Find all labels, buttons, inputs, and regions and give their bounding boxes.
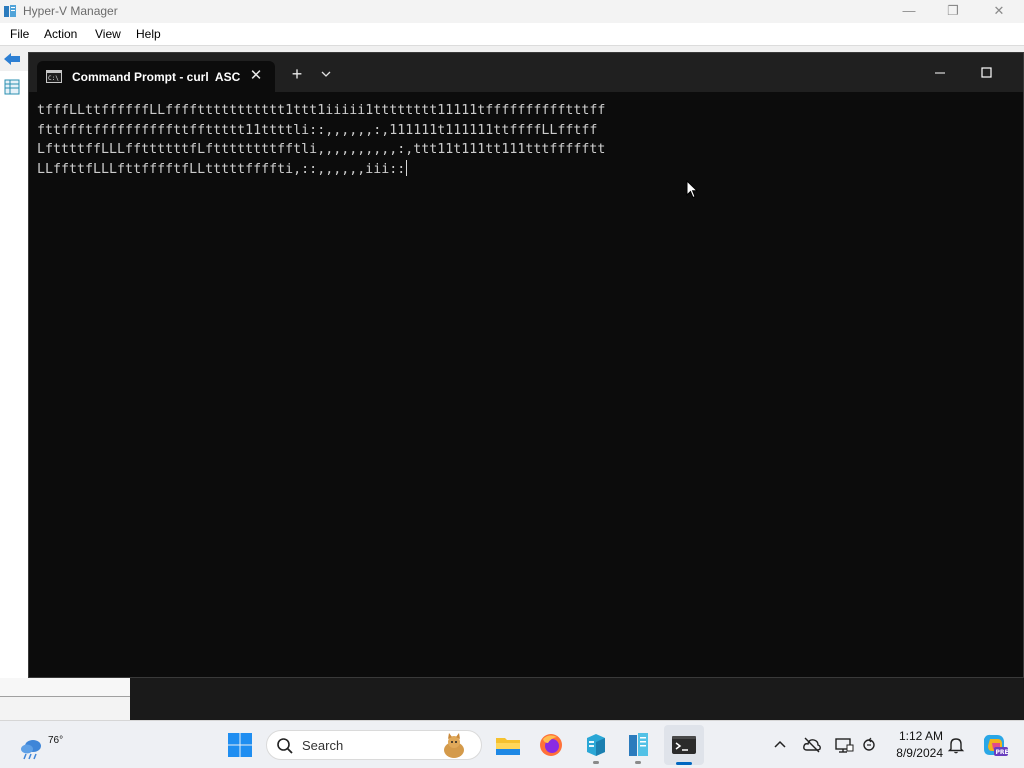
app-running-indicator	[635, 761, 641, 764]
svg-text:C:\: C:\	[48, 75, 59, 82]
windows-start-icon[interactable]	[224, 729, 256, 761]
output-line: LLffttfLLLfttfffftfLLtttttffffti,::,,,,,…	[37, 161, 406, 177]
hyperv-navigation-pane	[0, 71, 29, 696]
hyperv-cube-icon[interactable]	[580, 729, 612, 761]
menu-action[interactable]: Action	[44, 27, 77, 41]
hyperv-manager-icon[interactable]	[622, 729, 654, 761]
desktop-background	[130, 678, 1024, 720]
file-explorer-icon[interactable]	[492, 729, 524, 761]
text-cursor	[406, 159, 408, 176]
tab-title: Command Prompt - curl ASC	[72, 70, 241, 84]
hyperv-app-icon	[4, 5, 16, 17]
hyperv-title: Hyper-V Manager	[23, 4, 118, 18]
terminal-window: C:\ Command Prompt - curl ASC ✕ + tfffLL…	[28, 52, 1024, 678]
vm-list-icon[interactable]	[4, 79, 20, 95]
hyperv-status-strip	[0, 678, 131, 697]
output-line-with-cursor: LLffttfLLLfttfffftfLLtttttffffti,::,,,,,…	[37, 159, 1017, 180]
hyperv-menubar: File Action View Help	[0, 23, 1024, 45]
firefox-icon[interactable]	[535, 729, 567, 761]
tab-command-prompt[interactable]: C:\ Command Prompt - curl ASC ✕	[37, 61, 275, 92]
menu-view[interactable]: View	[95, 27, 121, 41]
bell-icon[interactable]	[946, 735, 966, 755]
tab-close-button[interactable]: ✕	[247, 67, 265, 85]
cloud-off-icon[interactable]	[802, 735, 822, 755]
mouse-pointer-icon	[686, 180, 698, 199]
copilot-icon[interactable]: PRE	[978, 729, 1010, 761]
taskbar: 76° Search 1:12 AM 8/9/2024 PRE	[0, 720, 1024, 768]
menu-help[interactable]: Help	[136, 27, 161, 41]
output-line: tfffLLttffffffLLffffttttttttttt1ttt1iiii…	[37, 103, 606, 118]
chevron-down-icon[interactable]	[317, 65, 335, 83]
output-line: fttffftffffffffffttffttttt11ttttli::,,,,…	[37, 122, 598, 138]
active-app-indicator	[676, 762, 692, 765]
maximize-icon[interactable]	[963, 59, 1009, 87]
cat-icon	[444, 733, 464, 758]
chevron-up-icon[interactable]	[770, 735, 790, 755]
monitor-icon[interactable]	[834, 735, 854, 755]
clock-date[interactable]: 8/9/2024	[884, 746, 943, 760]
sync-icon[interactable]	[859, 735, 879, 755]
menu-file[interactable]: File	[10, 27, 29, 41]
cmd-icon: C:\	[46, 70, 62, 83]
terminal-icon[interactable]	[668, 729, 700, 761]
minimize-icon[interactable]	[917, 59, 963, 87]
output-line: LfttttffLLLffttttttfLfttttttttfftli,,,,,…	[37, 142, 606, 157]
terminal-titlebar[interactable]: C:\ Command Prompt - curl ASC ✕ +	[29, 53, 1023, 92]
svg-text:PRE: PRE	[996, 749, 1009, 756]
hyperv-minimize-button[interactable]: —	[886, 0, 932, 23]
new-tab-button[interactable]: +	[287, 64, 307, 84]
search-icon	[277, 738, 293, 754]
hyperv-close-button[interactable]: ✕	[976, 0, 1022, 23]
taskbar-search-box[interactable]: Search	[266, 730, 482, 760]
terminal-output[interactable]: tfffLLttffffffLLffffttttttttttt1ttt1iiii…	[37, 101, 1017, 179]
search-placeholder: Search	[302, 738, 344, 753]
clock-time[interactable]: 1:12 AM	[893, 729, 943, 743]
hyperv-restore-button[interactable]: ❐	[930, 0, 976, 23]
app-running-indicator	[593, 761, 599, 764]
weather-temperature: 76°	[48, 735, 64, 746]
hyperv-titlebar[interactable]: Hyper-V Manager — ❐ ✕	[0, 0, 1024, 23]
back-arrow-icon[interactable]	[3, 51, 21, 67]
weather-icon	[21, 740, 41, 760]
